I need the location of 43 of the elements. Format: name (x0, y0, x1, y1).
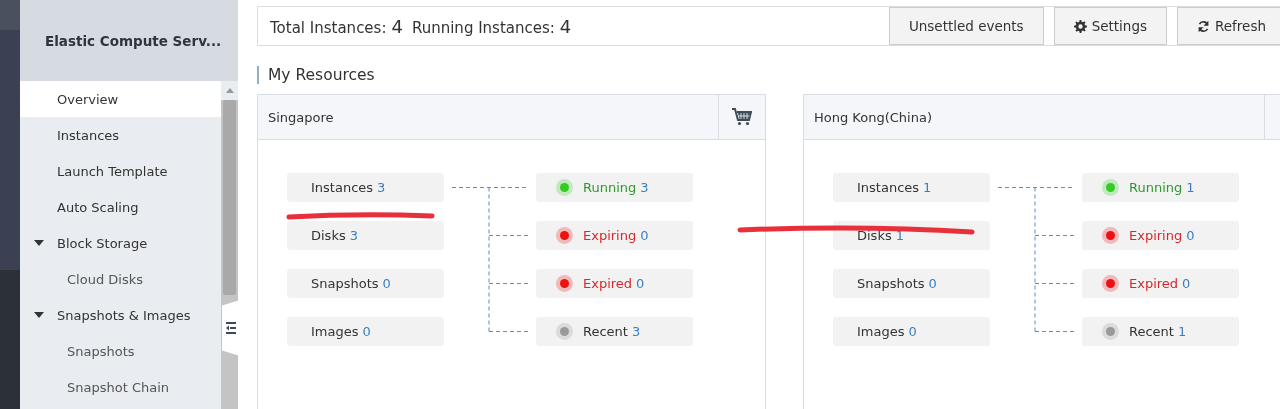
resource-item[interactable]: Images 0 (287, 317, 444, 346)
collapse-icon (226, 322, 236, 334)
sidebar-item[interactable]: Instances (20, 117, 221, 153)
sidebar-subitem[interactable]: Snapshots (20, 333, 221, 369)
sidebar-title: Elastic Compute Serv... (45, 32, 222, 49)
refresh-icon (1197, 19, 1210, 33)
region-name: Hong Kong(China) (813, 109, 932, 125)
sidebar-item[interactable]: Overview (20, 81, 221, 117)
sidebar-subitem[interactable]: Cloud Disks (20, 261, 221, 297)
sidebar-item[interactable]: Snapshots & Images (20, 297, 221, 333)
caret-icon (34, 312, 44, 318)
status-item[interactable]: Expiring 0 (536, 221, 693, 250)
section-title: My Resources (257, 66, 1280, 84)
caret-icon (34, 240, 44, 246)
status-item[interactable]: Recent 1 (1082, 317, 1239, 346)
region-name: Singapore (267, 109, 334, 125)
sidebar-item[interactable]: Auto Scaling (20, 189, 221, 225)
resource-item[interactable]: Images 0 (833, 317, 990, 346)
status-item[interactable]: Expired 0 (536, 269, 693, 298)
status-item[interactable]: Running 1 (1082, 173, 1239, 202)
resource-item[interactable]: Instances 1 (833, 173, 990, 202)
resource-item[interactable]: Disks 3 (287, 221, 444, 250)
resource-item[interactable]: Snapshots 0 (287, 269, 444, 298)
toolbar-button[interactable]: Refresh (1177, 7, 1280, 45)
status-item[interactable]: Expiring 0 (1082, 221, 1239, 250)
status-item[interactable]: Expired 0 (1082, 269, 1239, 298)
scrollbar-thumb[interactable] (223, 100, 236, 295)
status-item[interactable]: Running 3 (536, 173, 693, 202)
resource-item[interactable]: Snapshots 0 (833, 269, 990, 298)
summary-label: Total Instances: (270, 18, 387, 37)
summary-value: 4 (559, 15, 572, 37)
toolbar-button[interactable]: Settings (1053, 7, 1167, 45)
status-item[interactable]: Recent 3 (536, 317, 693, 346)
toolbar-button[interactable]: Unsettled events (888, 7, 1044, 45)
resource-item[interactable]: Instances 3 (287, 173, 444, 202)
sidebar-item[interactable]: Launch Template (20, 153, 221, 189)
settings-icon (1073, 19, 1087, 33)
summary-value: 4 (391, 15, 403, 37)
cart-icon[interactable] (732, 108, 752, 126)
sidebar-item[interactable]: Block Storage (20, 225, 221, 261)
summary-label: Running Instances: (411, 18, 555, 37)
sidebar-subitem[interactable]: Snapshot Chain (20, 369, 221, 405)
collapse-tab[interactable] (222, 300, 240, 356)
